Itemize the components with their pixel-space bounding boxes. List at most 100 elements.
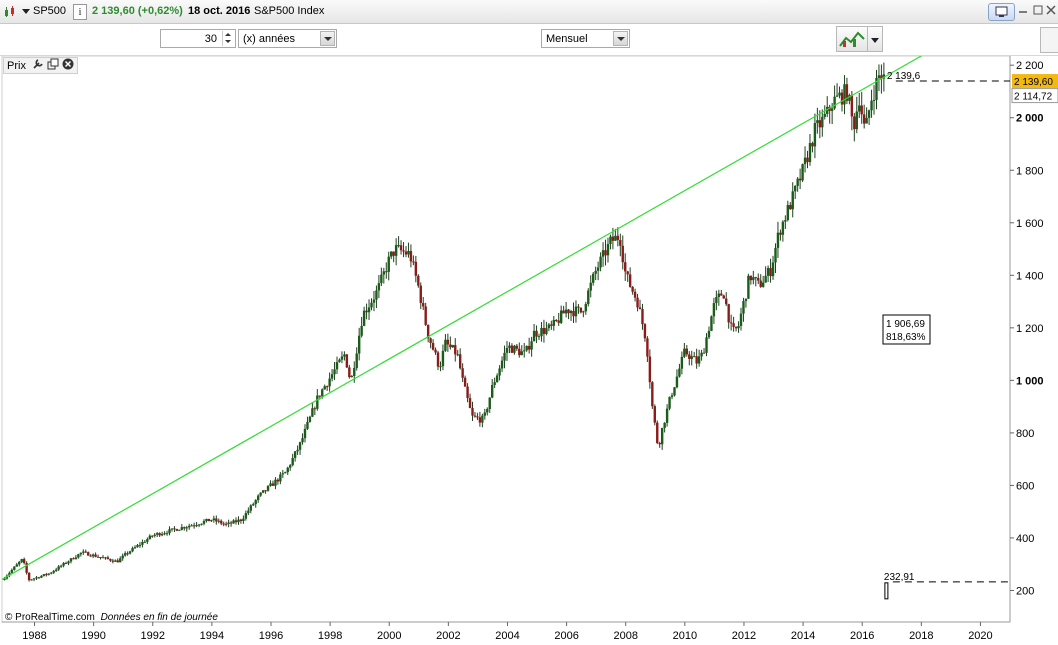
candle-body	[601, 250, 605, 257]
candle-body	[786, 205, 790, 221]
panel-label: Prix	[7, 60, 26, 72]
candle-body	[567, 309, 570, 314]
chart-type-button[interactable]	[836, 26, 868, 52]
candle-body	[35, 577, 38, 579]
y-tick-label: 1 600	[1016, 218, 1044, 230]
price-change: 2 139,60 (+0,62%)	[92, 5, 183, 17]
candle-body	[350, 376, 353, 378]
candle-body	[72, 558, 75, 560]
candle-body	[84, 551, 87, 553]
candle-body	[111, 560, 115, 562]
candle-body	[87, 552, 90, 556]
candle-body	[729, 322, 733, 324]
candle-body	[404, 251, 408, 255]
candle-body	[338, 359, 341, 363]
candle-body	[340, 356, 344, 360]
candle-body	[582, 311, 585, 313]
x-tick-label: 1996	[259, 630, 283, 642]
period-stepper[interactable]: 30	[160, 29, 236, 48]
candle-body	[855, 111, 858, 130]
candle-body	[500, 360, 504, 369]
candle-body	[776, 232, 780, 248]
wrench-icon[interactable]	[32, 58, 44, 70]
candle-body	[170, 528, 174, 530]
minimize-icon[interactable]	[1018, 5, 1028, 15]
candle-body	[638, 307, 642, 310]
candle-body	[862, 114, 866, 124]
candle-body	[850, 95, 854, 117]
candle-body	[50, 572, 53, 574]
symbol-label[interactable]: SP500	[33, 5, 66, 17]
candle-body	[796, 178, 799, 186]
side-tools-icon[interactable]	[1040, 27, 1058, 53]
candle-body	[79, 552, 83, 555]
candle-body	[648, 356, 652, 383]
candle-body	[771, 262, 775, 277]
close-panel-icon[interactable]	[62, 58, 74, 70]
candle-body	[254, 500, 257, 505]
candlestick-icon[interactable]	[4, 5, 16, 18]
candle-body	[811, 143, 814, 147]
candle-body	[515, 345, 519, 349]
x-axis: 1988 1990 1992 1994 1996 1998 2000 2002 2004 2006…	[22, 622, 993, 642]
candle-body	[675, 376, 679, 388]
spinner-icon[interactable]	[222, 31, 234, 46]
candle-body	[606, 243, 610, 256]
chart-type-dropdown[interactable]	[868, 26, 883, 52]
candle-body	[160, 533, 164, 536]
candle-body	[271, 483, 275, 486]
level-marker	[884, 582, 889, 600]
candle-body	[343, 354, 346, 357]
candle-body	[446, 339, 450, 345]
symbol-dropdown-icon[interactable]	[22, 9, 30, 14]
candle-body	[488, 397, 491, 409]
candle-body	[444, 339, 447, 351]
candle-body	[739, 313, 743, 326]
restore-button[interactable]	[988, 3, 1015, 21]
candle-body	[616, 235, 620, 240]
candle-body	[550, 324, 553, 326]
candle-body	[394, 245, 398, 256]
candle-body	[833, 96, 836, 109]
candle-body	[594, 270, 597, 274]
info-icon[interactable]: i	[73, 4, 87, 20]
close-icon[interactable]	[1046, 5, 1056, 15]
measure-value: 1 906,69	[886, 319, 925, 330]
candle-body	[180, 527, 184, 530]
candle-body	[688, 354, 691, 359]
candle-body	[360, 325, 363, 336]
candle-body	[202, 521, 206, 524]
candle-body	[82, 551, 85, 553]
timeframe-select[interactable]: Mensuel	[541, 29, 630, 48]
y-tick-label: 400	[1016, 533, 1034, 545]
candle-body	[761, 282, 765, 287]
candle-body	[289, 465, 292, 468]
candle-body	[335, 362, 339, 370]
price-chart[interactable]: 200 400 600 800 1 000 1 200 1 400 1 600 1 800 2 0…	[0, 56, 1058, 645]
candle-body	[798, 178, 802, 181]
candle-body	[264, 490, 267, 492]
x-tick-label: 2018	[909, 630, 933, 642]
candle-body	[690, 356, 693, 359]
candle-body	[155, 533, 159, 535]
detach-window-icon[interactable]	[47, 58, 59, 70]
candle-body	[126, 553, 129, 555]
maximize-icon[interactable]	[1033, 5, 1043, 15]
x-tick-label: 1990	[81, 630, 105, 642]
candle-body	[385, 271, 388, 273]
chevron-down-icon[interactable]	[320, 31, 335, 46]
plot-area	[1, 56, 1011, 623]
candle-body	[321, 389, 324, 397]
chevron-down-icon[interactable]	[613, 31, 628, 46]
candle-body	[742, 301, 745, 314]
candle-body	[316, 395, 319, 409]
chevron-down-icon	[871, 38, 879, 43]
candle-body	[242, 518, 245, 522]
period-unit-select[interactable]: (x) années	[238, 29, 337, 48]
candle-body	[574, 306, 578, 317]
candle-body	[769, 268, 772, 277]
candle-body	[793, 185, 797, 192]
candle-body	[587, 290, 590, 305]
y-tick-label: 1 000	[1016, 375, 1044, 387]
y-tick-label: 2 200	[1016, 60, 1044, 72]
